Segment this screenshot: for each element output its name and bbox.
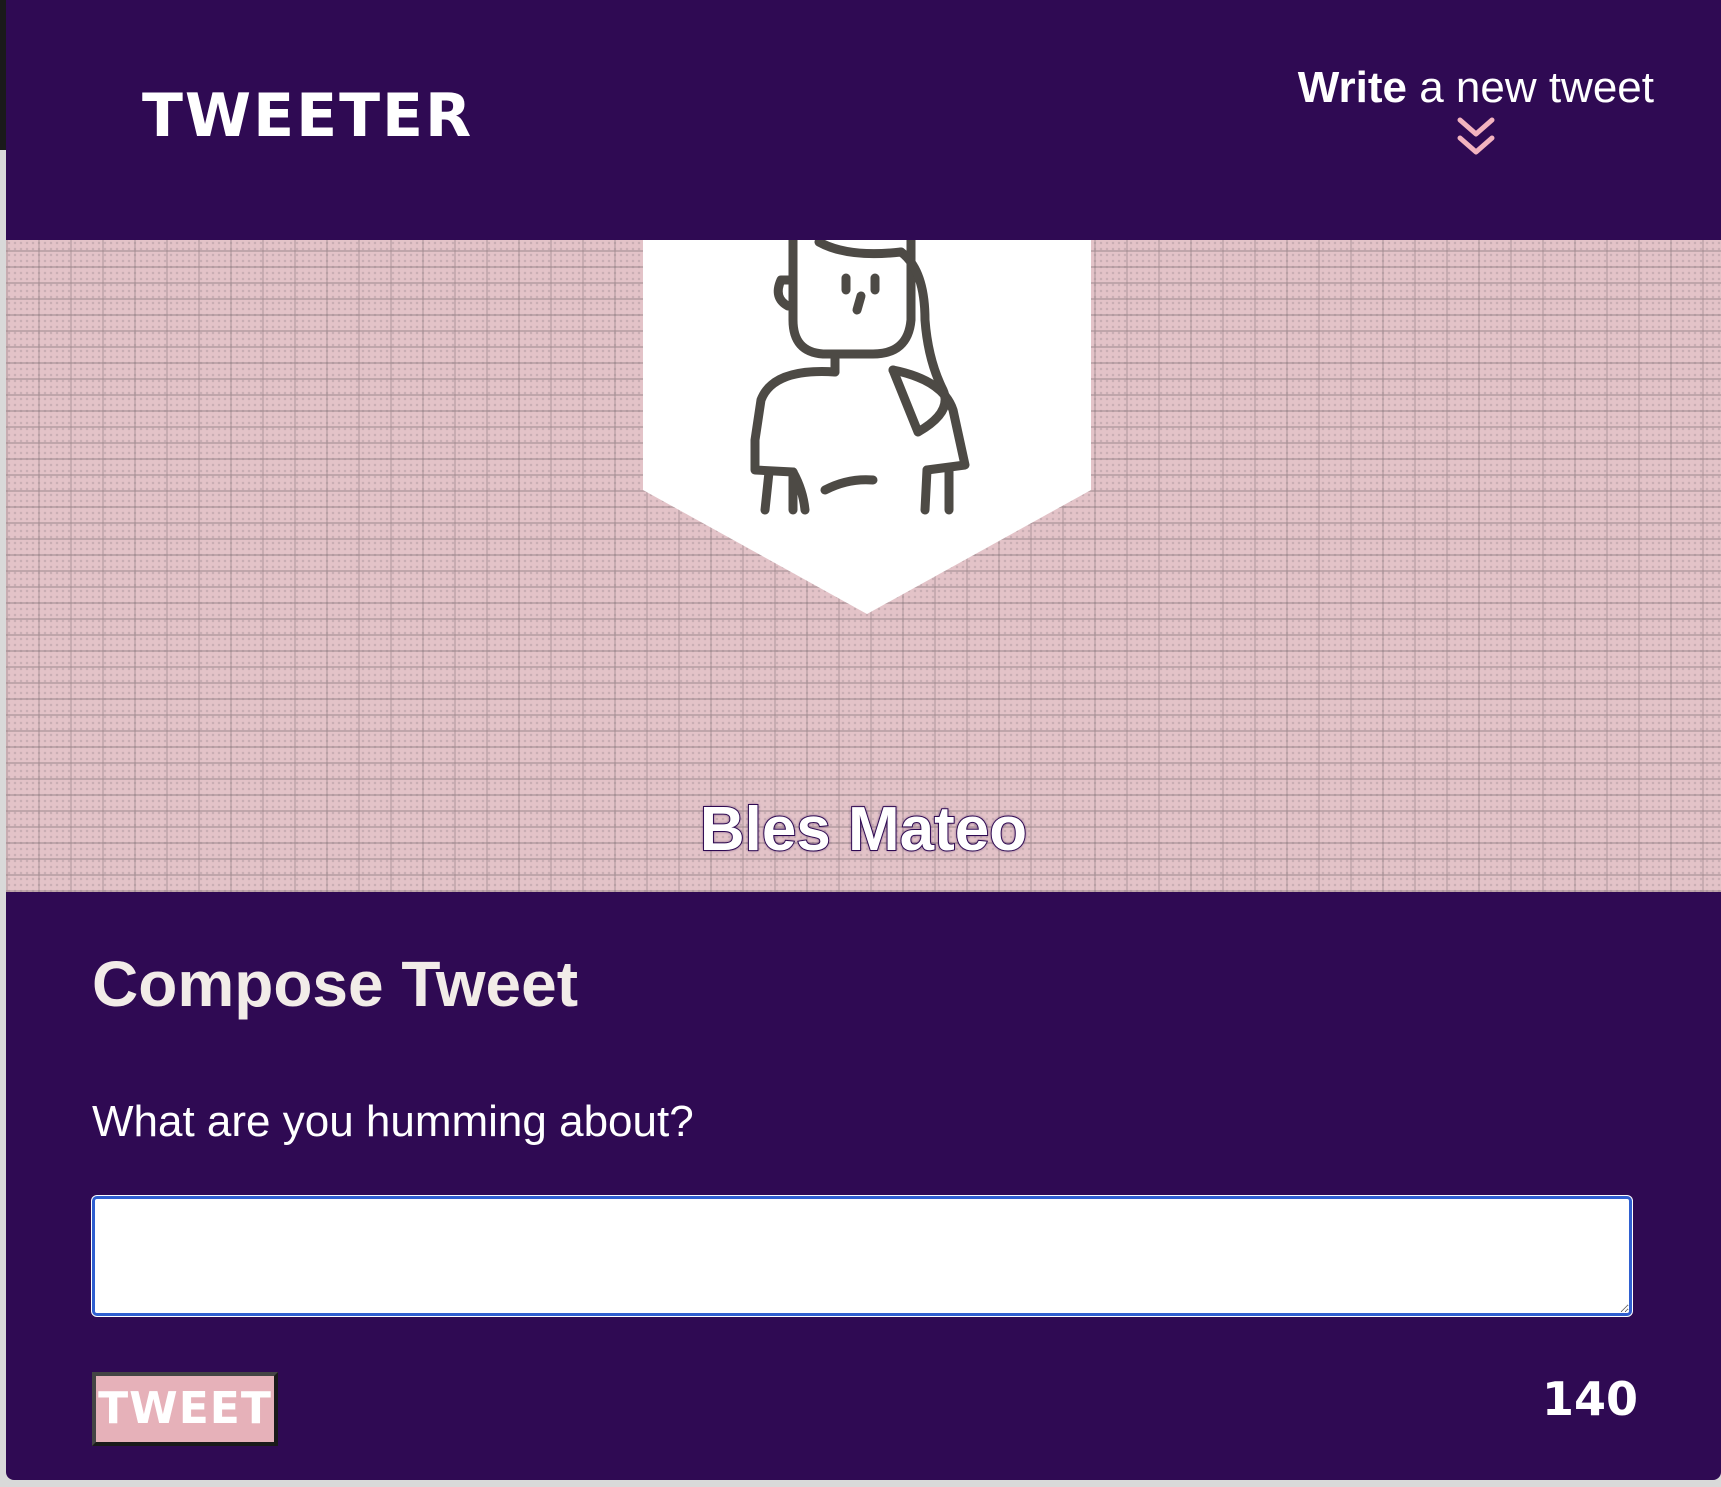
tweet-submit-button[interactable]: TWEET xyxy=(92,1372,278,1446)
brand-logo[interactable]: TWEETER xyxy=(142,86,473,146)
compose-prompt-label: What are you humming about? xyxy=(92,1097,694,1146)
avatar-banner xyxy=(643,240,1091,614)
write-new-tweet-label[interactable]: Write a new tweet xyxy=(1297,63,1654,112)
profile-name: Bles Mateo xyxy=(699,795,1028,865)
person-avatar-icon xyxy=(643,240,1091,614)
profile-header: Bles Mateo xyxy=(6,240,1721,892)
top-nav: TWEETER Write a new tweet xyxy=(6,0,1721,240)
write-new-tweet-toggle[interactable]: Write a new tweet xyxy=(1297,63,1654,160)
tweet-textarea[interactable] xyxy=(92,1196,1632,1316)
write-label-strong: Write xyxy=(1297,63,1407,112)
browser-window: TWEETER Write a new tweet Bles Mateo Com… xyxy=(0,0,1721,1487)
character-counter: 140 xyxy=(1541,1372,1638,1426)
double-chevron-down-icon[interactable] xyxy=(1456,116,1496,160)
write-label-rest: a new tweet xyxy=(1406,63,1654,112)
compose-title: Compose Tweet xyxy=(92,948,578,1020)
compose-section: Compose Tweet What are you humming about… xyxy=(6,892,1721,1480)
page: TWEETER Write a new tweet Bles Mateo Com… xyxy=(6,0,1721,1480)
